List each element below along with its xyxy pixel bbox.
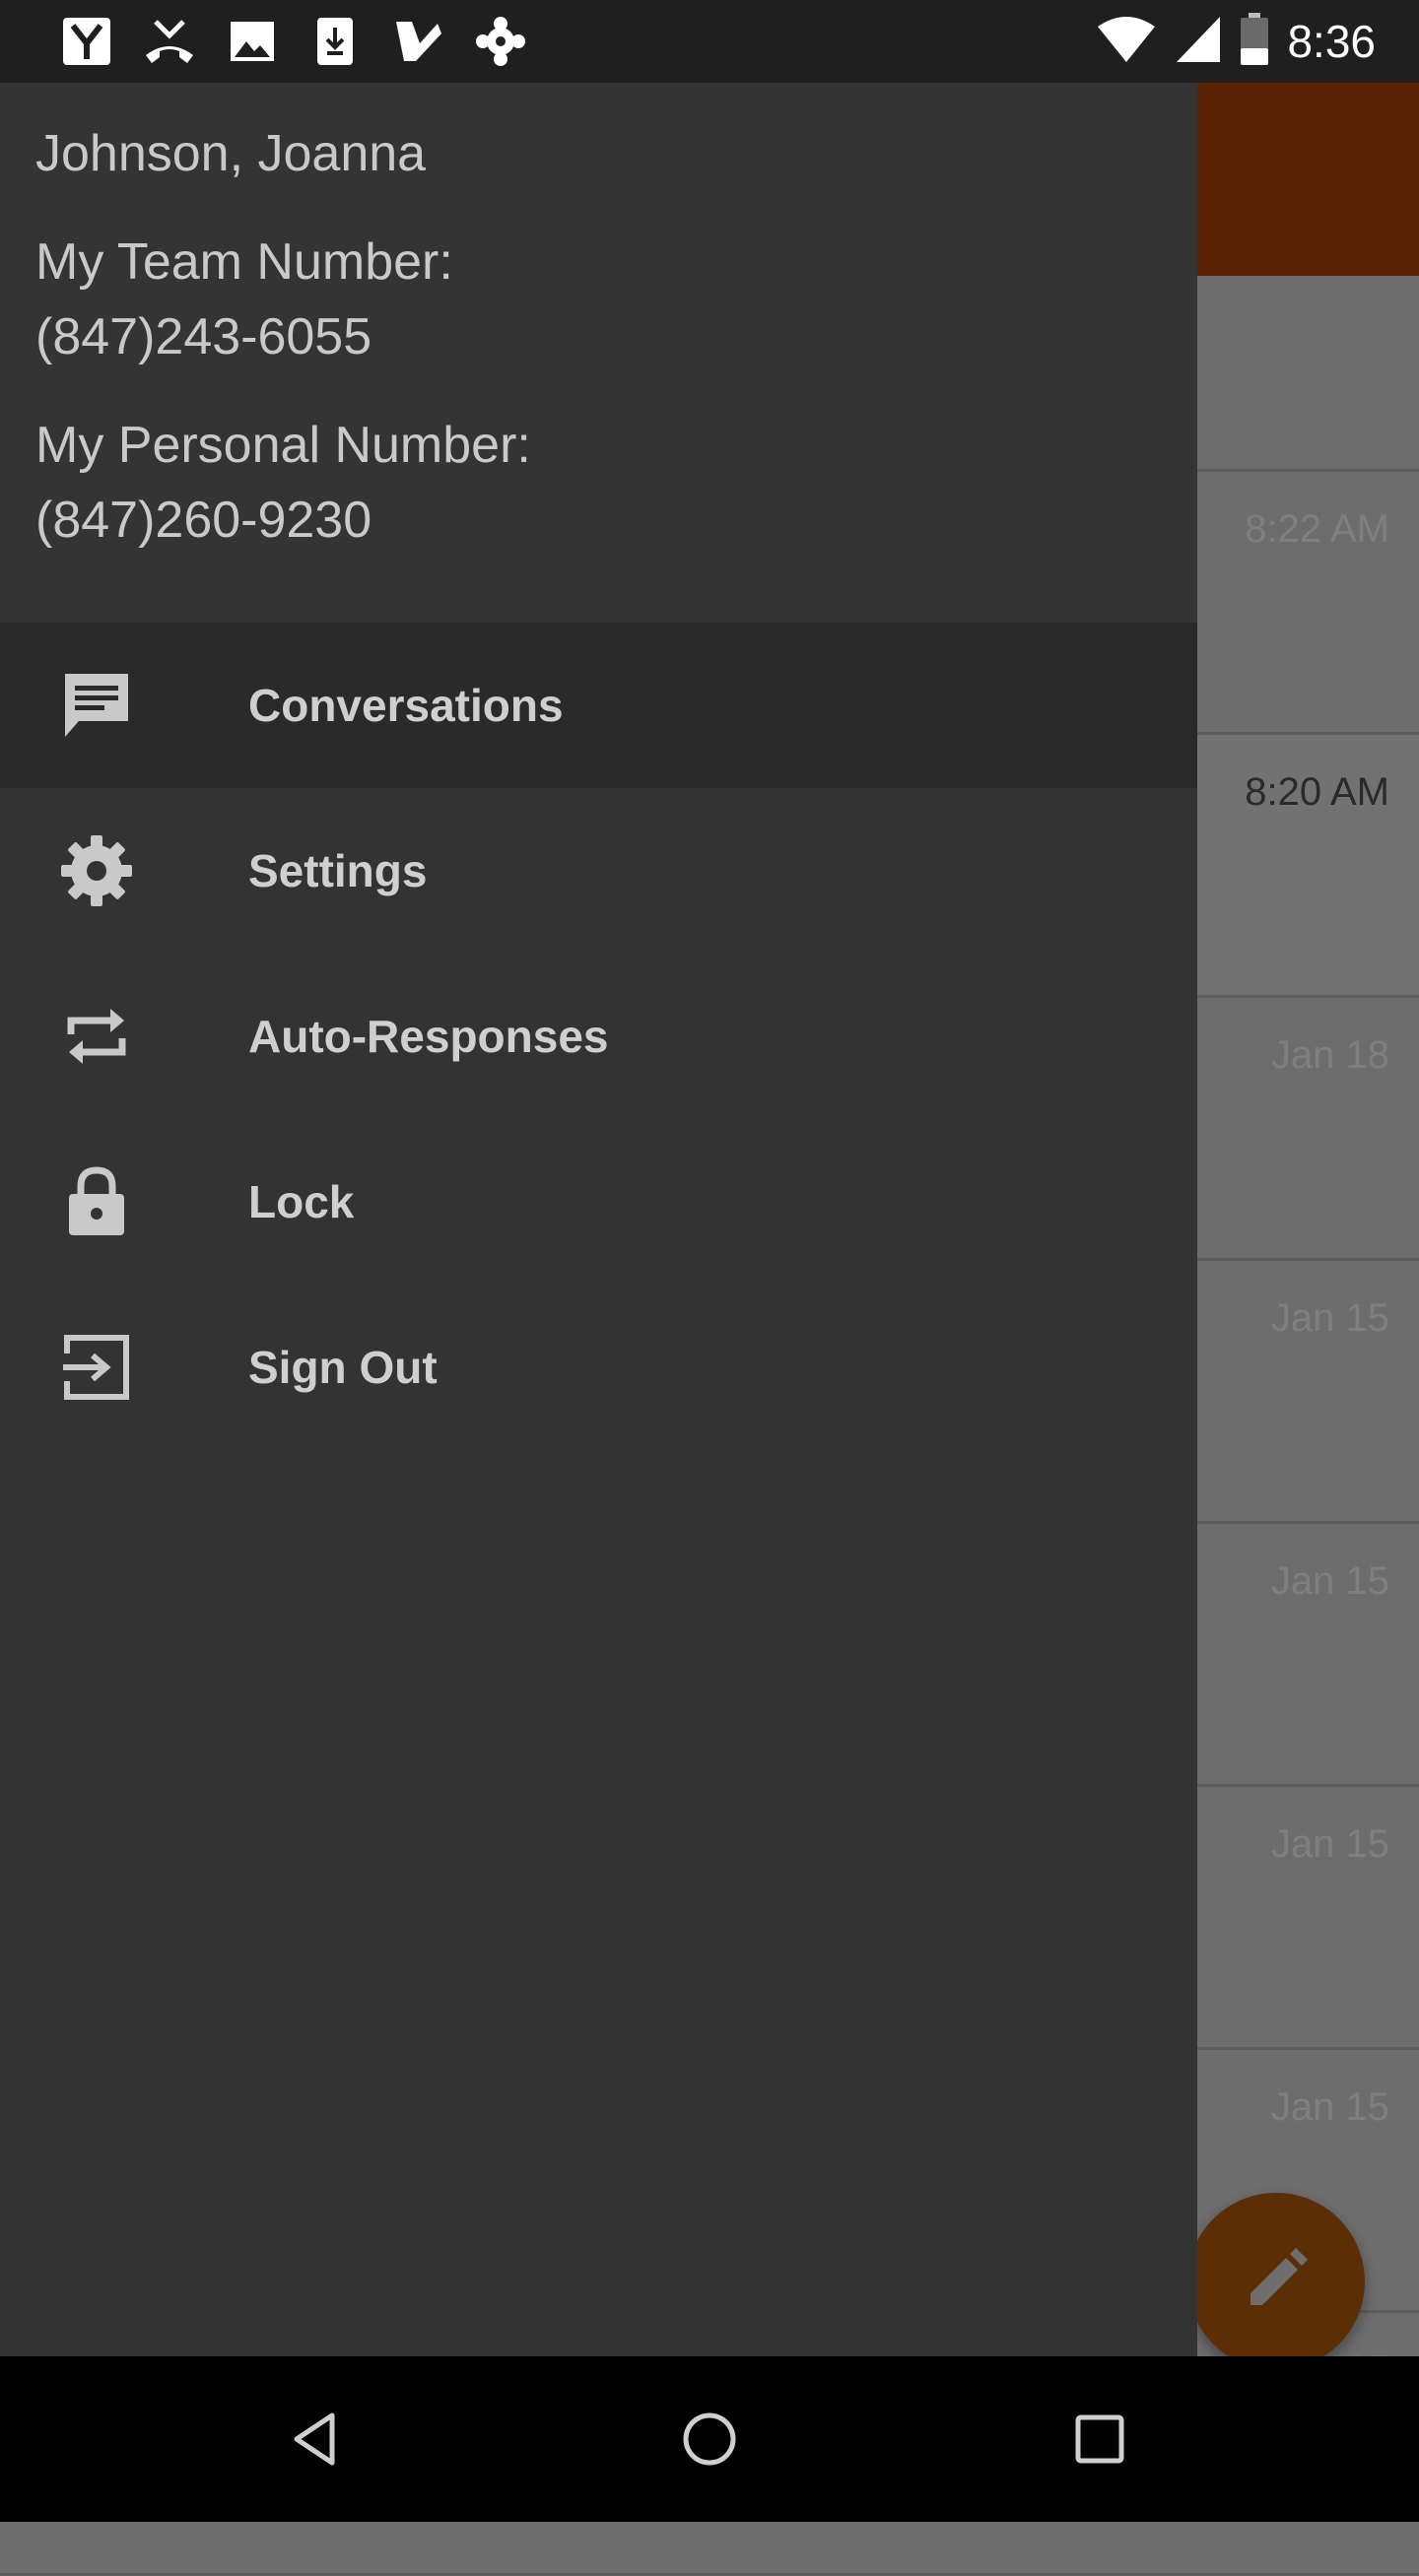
image-icon bbox=[225, 14, 280, 69]
missed-call-icon bbox=[142, 14, 197, 69]
gear-icon bbox=[59, 833, 134, 908]
navigation-drawer: Johnson, Joanna My Team Number: (847)243… bbox=[0, 83, 1197, 2356]
compose-fab[interactable] bbox=[1187, 2193, 1365, 2370]
yahoo-icon bbox=[59, 14, 114, 69]
wifi-icon bbox=[1096, 15, 1157, 69]
menu-item-label: Auto-Responses bbox=[248, 1011, 609, 1062]
clock: 8:36 bbox=[1287, 16, 1376, 67]
system-status: 8:36 bbox=[1096, 10, 1376, 73]
menu-item-settings[interactable]: Settings bbox=[0, 788, 1197, 954]
status-bar: 8:36 bbox=[0, 0, 1419, 83]
battery-icon bbox=[1240, 12, 1269, 71]
personal-number: (847)260-9230 bbox=[35, 492, 372, 549]
exit-icon bbox=[59, 1330, 134, 1405]
drawer-menu: Conversations Settings Auto-Responses Lo… bbox=[0, 623, 1197, 1450]
download-icon bbox=[307, 14, 363, 69]
list-item-time: Jan 18 bbox=[1270, 1033, 1389, 1077]
menu-item-lock[interactable]: Lock bbox=[0, 1119, 1197, 1285]
personal-number-label: My Personal Number: bbox=[35, 417, 531, 474]
menu-item-label: Sign Out bbox=[248, 1342, 438, 1393]
message-icon bbox=[59, 668, 134, 743]
signal-icon bbox=[1175, 15, 1222, 69]
menu-item-label: Conversations bbox=[248, 680, 564, 731]
list-item-time: Jan 15 bbox=[1270, 1559, 1389, 1603]
back-button[interactable] bbox=[277, 2400, 356, 2478]
menu-item-auto-responses[interactable]: Auto-Responses bbox=[0, 954, 1197, 1119]
user-name: Johnson, Joanna bbox=[35, 125, 427, 182]
list-item-time: Jan 15 bbox=[1270, 2085, 1389, 2129]
list-item-time: Jan 15 bbox=[1270, 1822, 1389, 1866]
lock-icon bbox=[59, 1164, 134, 1239]
settings-gear-icon bbox=[473, 14, 528, 69]
list-item-time: 8:22 AM bbox=[1245, 507, 1389, 551]
notification-icons bbox=[59, 14, 528, 69]
recents-button[interactable] bbox=[1060, 2400, 1139, 2478]
drawer-header: Johnson, Joanna My Team Number: (847)243… bbox=[0, 83, 1197, 623]
team-number-label: My Team Number: bbox=[35, 233, 453, 291]
menu-item-sign-out[interactable]: Sign Out bbox=[0, 1285, 1197, 1450]
pencil-icon bbox=[1241, 2244, 1312, 2320]
team-number: (847)243-6055 bbox=[35, 308, 372, 365]
list-item-time: Jan 15 bbox=[1270, 1296, 1389, 1340]
menu-item-conversations[interactable]: Conversations bbox=[0, 623, 1197, 788]
menu-item-label: Settings bbox=[248, 845, 428, 896]
check-icon bbox=[390, 14, 445, 69]
system-navigation-bar bbox=[0, 2356, 1419, 2522]
home-button[interactable] bbox=[670, 2400, 749, 2478]
list-item-time: 8:20 AM bbox=[1245, 770, 1389, 814]
menu-item-label: Lock bbox=[248, 1176, 355, 1227]
repeat-icon bbox=[59, 999, 134, 1074]
